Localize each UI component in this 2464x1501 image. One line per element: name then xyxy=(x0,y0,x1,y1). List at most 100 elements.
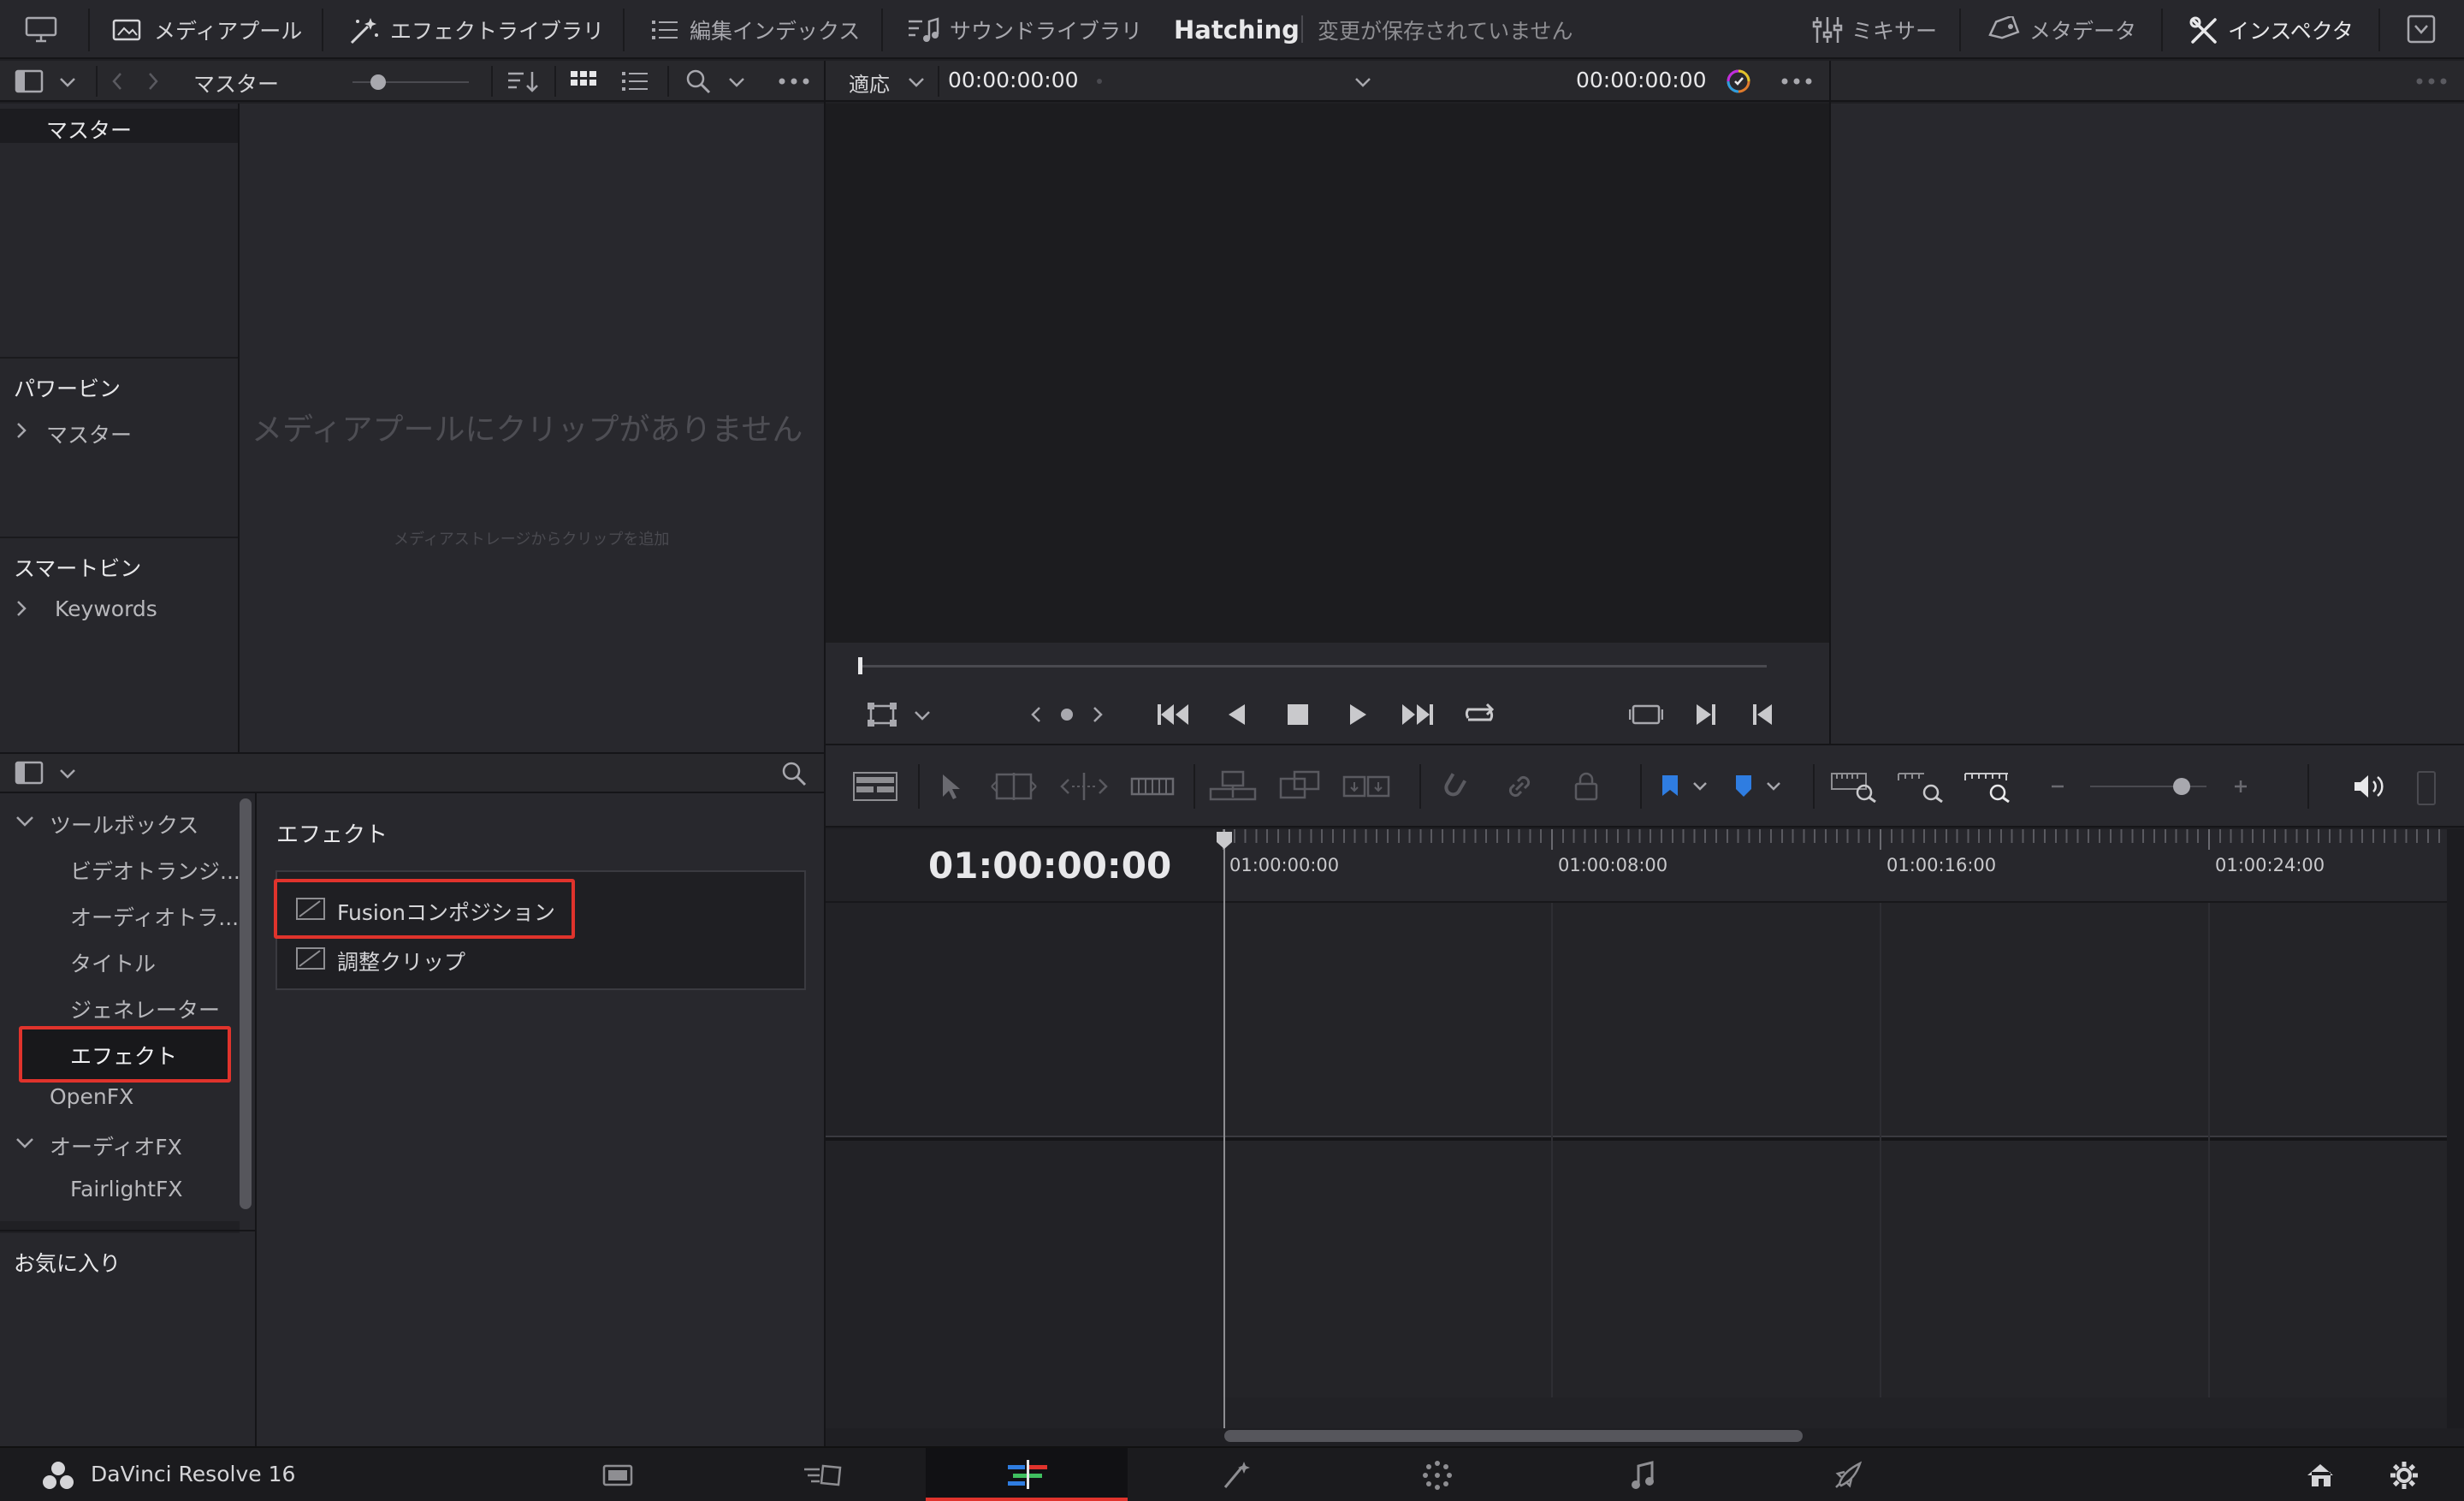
zoom-out-icon[interactable] xyxy=(2046,774,2070,798)
match-frame-icon[interactable] xyxy=(1627,696,1665,733)
tree-openfx[interactable]: OpenFX xyxy=(50,1084,133,1109)
flag-icon[interactable] xyxy=(1656,771,1685,802)
zoom-fit-label[interactable]: 適応 xyxy=(849,68,890,98)
snapping-icon[interactable] xyxy=(1431,768,1474,805)
color-page-icon[interactable] xyxy=(1413,1457,1461,1494)
next-edit-icon[interactable] xyxy=(1687,696,1725,733)
workspace-toggle-icon[interactable] xyxy=(24,0,67,59)
metadata-button[interactable]: メタデータ xyxy=(1987,0,2136,59)
tree-fairlightfx[interactable]: FairlightFX xyxy=(70,1177,183,1201)
play-reverse-icon[interactable] xyxy=(1217,696,1255,733)
fusion-composition-item[interactable]: Fusionコンポジション xyxy=(274,879,575,939)
inspector-button[interactable]: インスペクタ xyxy=(2189,0,2354,59)
forward-arrow-icon[interactable] xyxy=(142,69,164,93)
cut-page-icon[interactable] xyxy=(799,1457,847,1494)
scrub-bar[interactable] xyxy=(860,665,1767,667)
speaker-icon[interactable] xyxy=(2348,768,2390,805)
tree-effects-selected[interactable]: エフェクト xyxy=(19,1026,231,1083)
marker-icon[interactable] xyxy=(1729,771,1758,802)
viewer-screen[interactable] xyxy=(826,104,1829,643)
audiofx-chevron-down-icon[interactable] xyxy=(15,1137,34,1149)
edit-page-tab-active[interactable] xyxy=(926,1448,1128,1501)
dynamic-trim-icon[interactable] xyxy=(1058,768,1110,805)
home-icon[interactable] xyxy=(2298,1457,2343,1494)
mixer-button[interactable]: ミキサー xyxy=(1812,0,1937,59)
edit-index-button[interactable]: 編集インデックス xyxy=(650,0,860,59)
linked-selection-icon[interactable] xyxy=(1498,768,1541,805)
fairlight-page-icon[interactable] xyxy=(1619,1457,1667,1494)
media-pool-clip-area[interactable]: メディアプールにクリップがありません メディアストレージからクリップを追加 xyxy=(240,104,824,752)
slider-thumb[interactable] xyxy=(370,74,386,90)
selection-tool-icon[interactable] xyxy=(932,768,969,805)
settings-gear-icon[interactable] xyxy=(2382,1457,2426,1494)
media-pool-button[interactable]: メディアプール xyxy=(111,0,302,59)
media-page-icon[interactable] xyxy=(594,1457,642,1494)
grid-view-icon[interactable] xyxy=(566,68,601,95)
chevron-right-icon[interactable] xyxy=(15,600,27,617)
audio-tracks[interactable] xyxy=(1223,1141,2464,1397)
trim-tool-icon[interactable] xyxy=(988,768,1040,805)
toolbox-chevron-down-icon[interactable] xyxy=(15,816,34,828)
panel-toggle-icon[interactable] xyxy=(12,68,46,95)
effects-panel-toggle-icon[interactable] xyxy=(12,759,46,786)
transform-icon[interactable] xyxy=(865,697,899,732)
deliver-page-icon[interactable] xyxy=(1824,1457,1872,1494)
insert-clip-icon[interactable] xyxy=(1207,768,1259,805)
tree-generators[interactable]: ジェネレーター xyxy=(70,994,220,1024)
timeline-ruler[interactable]: 01:00:00:00 01:00:08:00 01:00:16:00 01:0… xyxy=(1223,829,2464,901)
zoom-slider-thumb[interactable] xyxy=(2173,778,2190,795)
inspector-more-options-icon[interactable] xyxy=(2413,69,2450,93)
more-options-icon[interactable] xyxy=(775,69,813,93)
power-bin-master-row[interactable]: マスター xyxy=(0,413,238,448)
go-to-end-icon[interactable] xyxy=(1399,696,1436,733)
tree-audio-transitions[interactable]: オーディオトラ... xyxy=(70,901,239,932)
play-icon[interactable] xyxy=(1340,696,1377,733)
go-to-start-icon[interactable] xyxy=(1154,696,1192,733)
sort-icon[interactable] xyxy=(505,68,541,95)
expand-dropdown-icon[interactable] xyxy=(2404,14,2438,44)
adjustment-clip-item[interactable]: 調整クリップ xyxy=(274,942,575,982)
timeline-playhead[interactable] xyxy=(1223,829,1225,1428)
loop-icon[interactable] xyxy=(1460,696,1498,733)
effects-panel-chevron-icon[interactable] xyxy=(56,762,79,785)
video-tracks[interactable] xyxy=(1223,903,2464,1137)
timeline-area[interactable]: 01:00:00:00 01:00:00:00 01:00:08:00 01:0… xyxy=(826,829,2464,1446)
jog-control-icon[interactable] xyxy=(1024,699,1110,730)
playhead[interactable] xyxy=(858,657,862,674)
stop-icon[interactable] xyxy=(1279,696,1317,733)
zoom-fit-chevron-icon[interactable] xyxy=(905,71,927,93)
transform-chevron-icon[interactable] xyxy=(911,704,933,727)
blade-tool-icon[interactable] xyxy=(1127,768,1178,805)
sound-library-button[interactable]: サウンドライブラリ xyxy=(907,0,1142,59)
viewer-more-options-icon[interactable] xyxy=(1778,69,1815,93)
fusion-page-icon[interactable] xyxy=(1211,1457,1259,1494)
timeline-horizontal-scrollbar[interactable] xyxy=(1224,1430,1803,1442)
playhead-marker-icon[interactable] xyxy=(1216,831,1233,850)
previous-edit-icon[interactable] xyxy=(1744,696,1781,733)
back-arrow-icon[interactable] xyxy=(106,69,128,93)
tree-video-transitions[interactable]: ビデオトランジ... xyxy=(70,855,240,886)
position-lock-icon[interactable] xyxy=(1565,768,1608,805)
zoom-in-icon[interactable] xyxy=(2229,774,2253,798)
search-icon[interactable] xyxy=(681,68,715,95)
detail-zoom-icon[interactable] xyxy=(1895,768,1946,805)
search-options-chevron-icon[interactable] xyxy=(726,71,748,93)
overwrite-clip-icon[interactable] xyxy=(1274,768,1325,805)
color-wheel-icon[interactable] xyxy=(1723,66,1754,97)
flag-chevron-icon[interactable] xyxy=(1690,776,1710,797)
tree-toolbox[interactable]: ツールボックス xyxy=(50,809,198,839)
timeline-view-options-icon[interactable] xyxy=(851,766,899,807)
replace-clip-icon[interactable] xyxy=(1341,768,1392,805)
tree-audiofx[interactable]: オーディオFX xyxy=(50,1130,182,1161)
full-extent-zoom-icon[interactable] xyxy=(1828,768,1880,805)
tree-titles[interactable]: タイトル xyxy=(70,947,156,978)
effects-library-button[interactable]: エフェクトライブラリ xyxy=(347,0,604,59)
custom-zoom-icon[interactable] xyxy=(1962,768,2013,805)
chevron-down-icon[interactable] xyxy=(56,71,79,93)
timeline-vertical-scroll[interactable] xyxy=(2447,829,2464,1428)
tree-scrollbar[interactable] xyxy=(240,798,252,1209)
list-view-icon[interactable] xyxy=(618,68,652,95)
master-bin-row[interactable]: マスター xyxy=(0,109,238,143)
chevron-right-icon[interactable] xyxy=(15,422,27,439)
clip-chevron-icon[interactable] xyxy=(1352,71,1374,93)
